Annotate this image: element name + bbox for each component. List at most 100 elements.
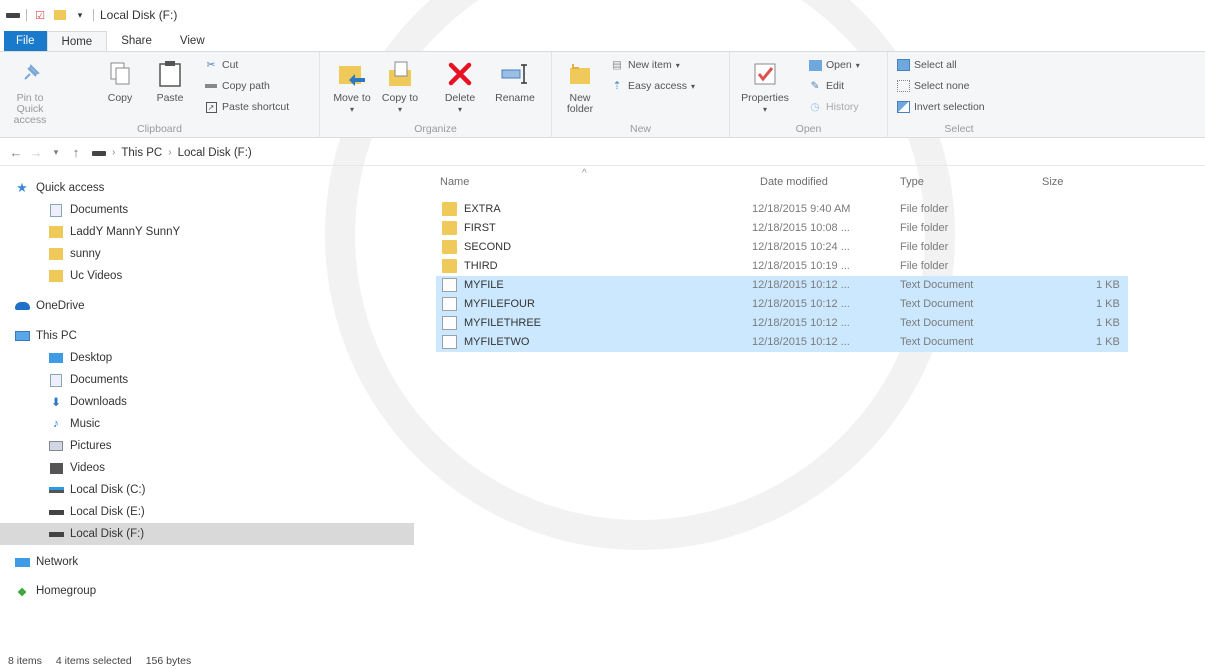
- open-dropdown-icon: ▾: [855, 60, 860, 70]
- tab-view[interactable]: View: [166, 31, 219, 51]
- new-folder-label: New folder: [566, 92, 594, 115]
- column-header-date-modified[interactable]: Date modified: [760, 176, 828, 188]
- breadcrumb: › This PC › Local Disk (F:): [92, 147, 252, 159]
- folder-icon: [442, 221, 457, 235]
- nav-desktop[interactable]: Desktop: [0, 347, 414, 369]
- file-row[interactable]: MYFILETWO 12/18/2015 10:12 ... Text Docume…: [436, 333, 1128, 352]
- nav-local-disk-c[interactable]: Local Disk (C:): [0, 479, 414, 501]
- nav-homegroup[interactable]: ◆ Homegroup: [0, 580, 414, 602]
- history-button[interactable]: ◷ History: [808, 100, 858, 114]
- file-row[interactable]: MYFILEFOUR 12/18/2015 10:12 ... Text Docum…: [436, 295, 1128, 314]
- pictures-icon: [48, 439, 64, 453]
- properties-quick-icon[interactable]: ☑: [33, 8, 47, 22]
- up-arrow-icon[interactable]: ↑: [66, 145, 86, 160]
- cut-button[interactable]: ✂ Cut: [204, 58, 239, 72]
- nav-homegroup-label: Homegroup: [36, 585, 97, 597]
- breadcrumb-chevron-icon[interactable]: ›: [168, 147, 171, 158]
- delete-button[interactable]: Delete ▾: [438, 58, 482, 115]
- nav-pictures[interactable]: Pictures: [0, 435, 414, 457]
- invert-selection-icon: [896, 100, 910, 114]
- file-name: EXTRA: [464, 203, 501, 215]
- forward-arrow-icon[interactable]: →: [26, 145, 46, 160]
- nav-music[interactable]: ♪ Music: [0, 413, 414, 435]
- properties-button[interactable]: Properties ▾: [736, 58, 794, 115]
- file-date-modified: 12/18/2015 10:08 ...: [752, 222, 850, 234]
- nav-local-disk-f[interactable]: Local Disk (F:): [0, 523, 414, 545]
- move-to-button[interactable]: Move to ▾: [332, 58, 372, 115]
- column-header-size[interactable]: Size: [1042, 176, 1063, 188]
- copy-path-button[interactable]: Copy path: [204, 79, 270, 93]
- copy-path-icon: [204, 79, 218, 93]
- folder-icon: [48, 269, 64, 283]
- select-all-button[interactable]: Select all: [896, 58, 957, 72]
- nav-quick-access[interactable]: ★ Quick access: [0, 177, 414, 199]
- paste-button[interactable]: Paste: [148, 58, 192, 104]
- invert-selection-label: Invert selection: [914, 101, 985, 113]
- recent-locations-chevron-icon[interactable]: ▾: [46, 147, 66, 158]
- delete-label: Delete: [444, 92, 476, 104]
- back-arrow-icon[interactable]: ←: [6, 145, 26, 160]
- file-row[interactable]: MYFILETHREE 12/18/2015 10:12 ... Text Docu…: [436, 314, 1128, 333]
- nav-quick-sunny[interactable]: sunny: [0, 243, 414, 265]
- new-folder-quick-icon[interactable]: [53, 8, 67, 22]
- open-button[interactable]: Open ▾: [808, 58, 860, 72]
- breadcrumb-chevron-icon[interactable]: ›: [112, 147, 115, 158]
- drive-icon: [92, 147, 106, 159]
- file-row[interactable]: THIRD 12/18/2015 10:19 ... File folder: [436, 257, 1128, 276]
- new-group-label: New: [629, 123, 651, 135]
- file-date-modified: 12/18/2015 10:24 ...: [752, 241, 850, 253]
- new-folder-button[interactable]: New folder: [560, 58, 600, 115]
- folder-icon: [48, 247, 64, 261]
- tab-share[interactable]: Share: [107, 31, 166, 51]
- copy-to-button[interactable]: Copy to ▾: [380, 58, 420, 115]
- breadcrumb-local-disk-f[interactable]: Local Disk (F:): [178, 147, 252, 159]
- file-size: 1 KB: [1096, 336, 1120, 348]
- download-arrow-icon: ⬇: [51, 397, 61, 409]
- clipboard-group-label: Clipboard: [137, 123, 182, 135]
- nav-local-disk-e[interactable]: Local Disk (E:): [0, 501, 414, 523]
- breadcrumb-this-pc[interactable]: This PC: [121, 147, 162, 159]
- nav-onedrive[interactable]: OneDrive: [0, 295, 414, 317]
- nav-network[interactable]: Network: [0, 551, 414, 573]
- status-item-count: 8 items: [8, 655, 42, 667]
- column-header-name[interactable]: Name: [440, 176, 469, 188]
- new-item-button[interactable]: ▤ New item ▾: [610, 58, 680, 72]
- drive-icon: [48, 527, 64, 541]
- nav-this-pc[interactable]: This PC: [0, 325, 414, 347]
- select-none-button[interactable]: Select none: [896, 79, 969, 93]
- nav-quick-laddy-manny-sunny[interactable]: LaddY MannY SunnY: [0, 221, 414, 243]
- file-row[interactable]: SECOND 12/18/2015 10:24 ... File folder: [436, 238, 1128, 257]
- properties-icon: [749, 58, 781, 90]
- copy-button[interactable]: Copy: [100, 58, 140, 104]
- rename-button[interactable]: Rename: [490, 58, 540, 104]
- file-date-modified: 12/18/2015 10:12 ...: [752, 336, 850, 348]
- paste-shortcut-button[interactable]: ↗ Paste shortcut: [204, 100, 289, 114]
- homegroup-icon: ◆: [17, 586, 27, 598]
- invert-selection-button[interactable]: Invert selection: [896, 100, 985, 114]
- tab-file[interactable]: File: [4, 31, 47, 51]
- pin-to-quick-access-button[interactable]: Pin to Quick access: [4, 58, 56, 126]
- tab-home[interactable]: Home: [46, 31, 108, 51]
- nav-downloads[interactable]: ⬇ Downloads: [0, 391, 414, 413]
- column-header-type[interactable]: Type: [900, 176, 924, 188]
- file-size: 1 KB: [1096, 317, 1120, 329]
- nav-videos[interactable]: Videos: [0, 457, 414, 479]
- customize-quick-access-icon[interactable]: ▾: [73, 8, 87, 22]
- nav-documents[interactable]: Documents: [0, 369, 414, 391]
- file-row[interactable]: EXTRA 12/18/2015 9:40 AM File folder: [436, 200, 1128, 219]
- select-group-label: Select: [944, 123, 974, 135]
- file-size: 1 KB: [1096, 279, 1120, 291]
- nav-quick-laddy-label: LaddY MannY SunnY: [70, 226, 181, 238]
- move-to-label: Move to: [333, 92, 371, 104]
- file-row[interactable]: FIRST 12/18/2015 10:08 ... File folder: [436, 219, 1128, 238]
- status-bar: 8 items 4 items selected 156 bytes: [8, 655, 191, 667]
- nav-quick-documents[interactable]: Documents: [0, 199, 414, 221]
- nav-quick-uc-videos[interactable]: Uc Videos: [0, 265, 414, 287]
- file-date-modified: 12/18/2015 10:12 ...: [752, 317, 850, 329]
- edit-button[interactable]: ✎ Edit: [808, 79, 845, 93]
- file-row[interactable]: MYFILE 12/18/2015 10:12 ... Text Document 1…: [436, 276, 1128, 295]
- easy-access-button[interactable]: ⇡ Easy access ▾: [610, 79, 695, 93]
- nav-videos-label: Videos: [70, 462, 105, 474]
- paste-icon: [154, 58, 186, 90]
- file-name: MYFILEFOUR: [464, 298, 535, 310]
